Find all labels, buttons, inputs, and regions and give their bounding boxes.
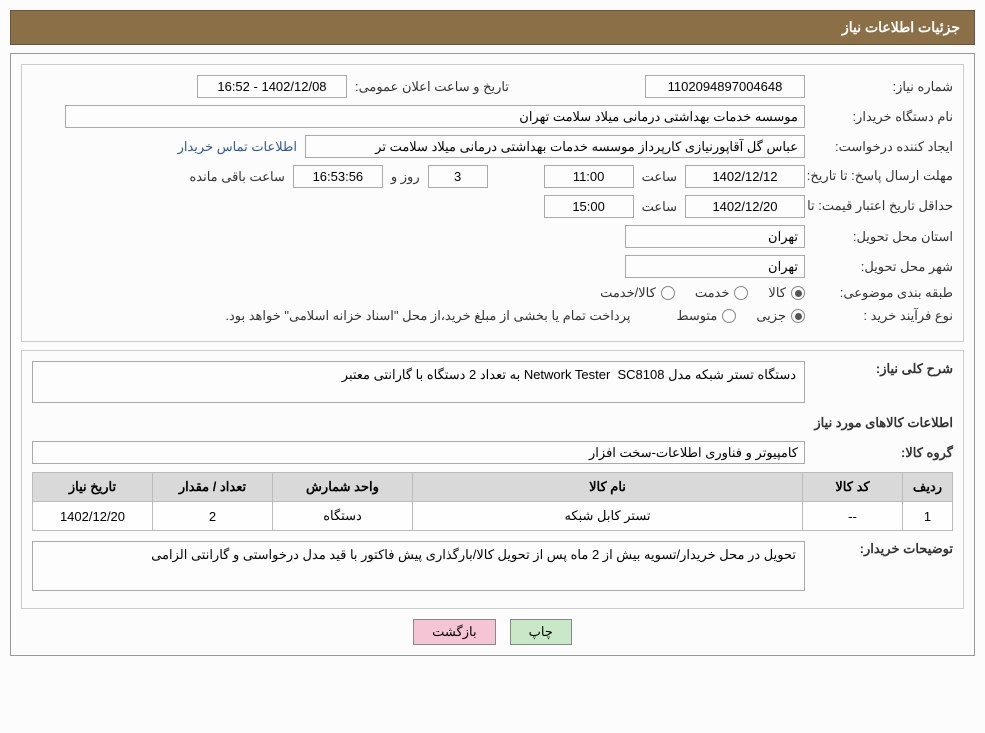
form-section: شماره نیاز: تاریخ و ساعت اعلان عمومی: نا…: [21, 64, 964, 342]
th-date: تاریخ نیاز: [33, 473, 153, 502]
td-unit: دستگاه: [273, 502, 413, 531]
buttons-row: چاپ بازگشت: [21, 619, 964, 645]
contact-link[interactable]: اطلاعات تماس خریدار: [178, 139, 297, 155]
response-time-input[interactable]: [544, 165, 634, 188]
items-table: ردیف کد کالا نام کالا واحد شمارش تعداد /…: [32, 472, 953, 531]
radio-icon: [722, 309, 736, 323]
purchase-medium-radio[interactable]: متوسط: [676, 308, 736, 324]
requester-label: ایجاد کننده درخواست:: [813, 139, 953, 155]
purchase-type-radio-group: جزیی متوسط: [676, 308, 805, 324]
td-date: 1402/12/20: [33, 502, 153, 531]
purchase-minor-label: جزیی: [756, 308, 786, 324]
details-section: شرح کلی نیاز: دستگاه تستر شبکه مدل Netwo…: [21, 350, 964, 609]
th-row: ردیف: [903, 473, 953, 502]
delivery-province-label: استان محل تحویل:: [813, 229, 953, 245]
table-header-row: ردیف کد کالا نام کالا واحد شمارش تعداد /…: [33, 473, 953, 502]
th-name: نام کالا: [413, 473, 803, 502]
buyer-notes-textarea[interactable]: تحویل در محل خریدار/تسویه بیش از 2 ماه پ…: [32, 541, 805, 591]
category-service-label: خدمت: [695, 285, 730, 301]
radio-icon: [791, 286, 805, 300]
page-title: جزئیات اطلاعات نیاز: [842, 19, 960, 35]
days-and-label: روز و: [391, 169, 420, 185]
time-label-2: ساعت: [642, 199, 677, 215]
requester-input[interactable]: [305, 135, 805, 158]
category-both-radio[interactable]: کالا/خدمت: [600, 285, 675, 301]
radio-icon: [734, 286, 748, 300]
time-remaining-input[interactable]: [293, 165, 383, 188]
td-name: تستر کابل شبکه: [413, 502, 803, 531]
print-button[interactable]: چاپ: [510, 619, 572, 645]
items-heading: اطلاعات کالاهای مورد نیاز: [814, 415, 953, 431]
category-goods-radio[interactable]: کالا: [768, 285, 805, 301]
validity-label: حداقل تاریخ اعتبار قیمت: تا تاریخ:: [813, 197, 953, 215]
category-service-radio[interactable]: خدمت: [695, 285, 749, 301]
back-button[interactable]: بازگشت: [413, 619, 495, 645]
content-frame: شماره نیاز: تاریخ و ساعت اعلان عمومی: نا…: [10, 53, 975, 656]
purchase-medium-label: متوسط: [676, 308, 717, 324]
announce-datetime-label: تاریخ و ساعت اعلان عمومی:: [355, 79, 509, 95]
radio-icon: [661, 286, 675, 300]
remaining-label: ساعت باقی مانده: [189, 169, 284, 185]
th-qty: تعداد / مقدار: [153, 473, 273, 502]
buyer-notes-label: توضیحات خریدار:: [813, 541, 953, 557]
description-textarea[interactable]: دستگاه تستر شبکه مدل Network Tester SC81…: [32, 361, 805, 403]
category-label: طبقه بندی موضوعی:: [813, 285, 953, 301]
td-code: --: [803, 502, 903, 531]
payment-note: پرداخت تمام یا بخشی از مبلغ خرید،از محل …: [225, 308, 630, 324]
days-remaining-input[interactable]: [428, 165, 488, 188]
goods-group-input[interactable]: [32, 441, 805, 464]
td-qty: 2: [153, 502, 273, 531]
validity-date-input[interactable]: [685, 195, 805, 218]
table-row: 1 -- تستر کابل شبکه دستگاه 2 1402/12/20: [33, 502, 953, 531]
buyer-org-label: نام دستگاه خریدار:: [813, 109, 953, 125]
purchase-type-label: نوع فرآیند خرید :: [813, 308, 953, 324]
purchase-minor-radio[interactable]: جزیی: [756, 308, 805, 324]
validity-time-input[interactable]: [544, 195, 634, 218]
delivery-city-input[interactable]: [625, 255, 805, 278]
request-number-input[interactable]: [645, 75, 805, 98]
page-header: جزئیات اطلاعات نیاز: [10, 10, 975, 45]
goods-group-label: گروه کالا:: [813, 445, 953, 461]
radio-icon: [791, 309, 805, 323]
response-deadline-label: مهلت ارسال پاسخ: تا تاریخ:: [813, 167, 953, 185]
time-label-1: ساعت: [642, 169, 677, 185]
th-unit: واحد شمارش: [273, 473, 413, 502]
delivery-province-input[interactable]: [625, 225, 805, 248]
delivery-city-label: شهر محل تحویل:: [813, 259, 953, 275]
category-both-label: کالا/خدمت: [600, 285, 656, 301]
th-code: کد کالا: [803, 473, 903, 502]
buyer-org-input[interactable]: [65, 105, 805, 128]
description-label: شرح کلی نیاز:: [813, 361, 953, 377]
response-date-input[interactable]: [685, 165, 805, 188]
request-number-label: شماره نیاز:: [813, 79, 953, 95]
announce-datetime-input[interactable]: [197, 75, 347, 98]
td-row: 1: [903, 502, 953, 531]
category-radio-group: کالا خدمت کالا/خدمت: [600, 285, 805, 301]
category-goods-label: کالا: [768, 285, 786, 301]
